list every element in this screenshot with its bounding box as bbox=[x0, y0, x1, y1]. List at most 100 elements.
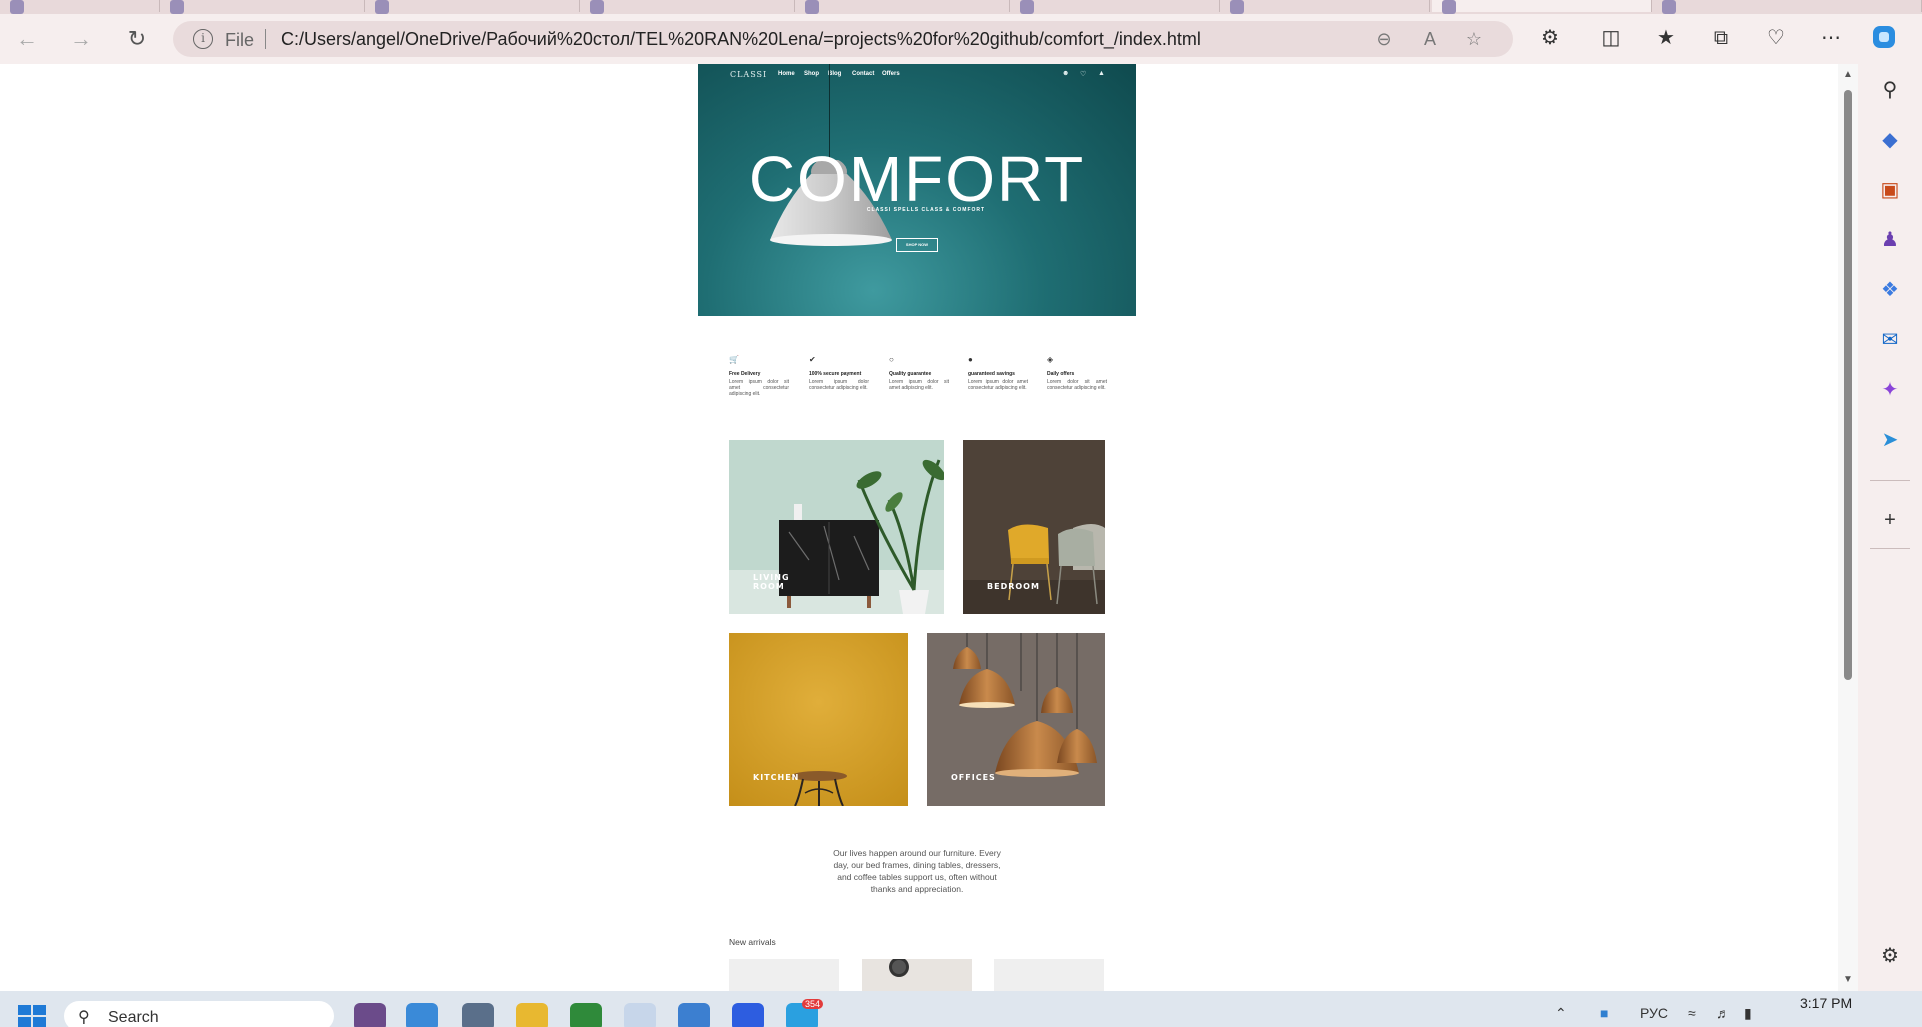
taskbar-clock[interactable]: 3:17 PM bbox=[1800, 995, 1852, 1011]
feature-title: 100% secure payment bbox=[809, 371, 862, 377]
shop-now-button[interactable]: SHOP NOW bbox=[896, 238, 938, 252]
copilot-icon[interactable] bbox=[1870, 24, 1898, 52]
arrival-card[interactable] bbox=[994, 959, 1104, 991]
tab[interactable] bbox=[1652, 0, 1922, 14]
feature-text: Lorem dolor sit amet consectetur adipisc… bbox=[1047, 379, 1107, 391]
category-bedroom[interactable]: BEDROOM bbox=[963, 440, 1105, 614]
app-icon[interactable] bbox=[354, 1003, 386, 1027]
user-icon[interactable]: ☻ bbox=[1062, 70, 1069, 77]
arrival-card[interactable] bbox=[862, 957, 972, 991]
back-arrow-icon[interactable]: ← bbox=[12, 24, 42, 54]
language-indicator[interactable]: РУС bbox=[1640, 1005, 1668, 1021]
nav-shop[interactable]: Shop bbox=[804, 71, 819, 77]
category-kitchen[interactable]: KITCHEN bbox=[729, 633, 908, 806]
windows-start-icon[interactable] bbox=[18, 1005, 46, 1027]
scrollbar-thumb[interactable] bbox=[1844, 90, 1852, 680]
sidebar-divider bbox=[1870, 480, 1910, 481]
zoom-icon[interactable] bbox=[732, 1003, 764, 1027]
tab-favicon-icon bbox=[1230, 0, 1244, 14]
info-icon[interactable]: i bbox=[193, 29, 213, 49]
tab-active[interactable] bbox=[1432, 0, 1652, 14]
coin-icon: ● bbox=[968, 355, 973, 364]
heart-pulse-icon[interactable]: ♡ bbox=[1762, 24, 1790, 52]
category-label: BEDROOM bbox=[987, 582, 1040, 591]
star-icon[interactable]: ☆ bbox=[1463, 28, 1485, 50]
toolbox-icon[interactable]: ▣ bbox=[1876, 176, 1904, 204]
arrival-card[interactable] bbox=[729, 959, 839, 991]
battery-icon[interactable]: ▮ bbox=[1744, 1005, 1752, 1022]
search-icon[interactable]: ⚲ bbox=[1876, 76, 1904, 104]
wifi-icon[interactable]: ≈ bbox=[1688, 1005, 1696, 1021]
file-explorer-icon[interactable] bbox=[516, 1003, 548, 1027]
settings-icon[interactable]: ⚙ bbox=[1876, 942, 1904, 970]
new-arrivals-title: New arrivals bbox=[729, 937, 776, 947]
address-bar[interactable]: i File C:/Users/angel/OneDrive/Рабочий%2… bbox=[173, 21, 1513, 57]
hero-subtitle: CLASSI SPELLS CLASS & COMFORT bbox=[866, 207, 986, 213]
about-paragraph: Our lives happen around our furniture. E… bbox=[833, 848, 1001, 894]
tab[interactable] bbox=[365, 0, 580, 14]
microsoft365-icon[interactable]: ❖ bbox=[1876, 276, 1904, 304]
collections-icon[interactable]: ⧉ bbox=[1707, 24, 1735, 52]
feature-free-delivery: 🛒 Free Delivery Lorem ipsum dolor sit am… bbox=[729, 355, 789, 397]
zoom-out-icon[interactable]: ⊖ bbox=[1373, 28, 1395, 50]
notification-badge: 354 bbox=[802, 999, 824, 1009]
nav-contact[interactable]: Contact bbox=[852, 71, 874, 77]
feature-secure-payment: ✔ 100% secure payment Lorem ipsum dolor … bbox=[809, 355, 869, 391]
send-icon[interactable]: ➤ bbox=[1876, 426, 1904, 454]
games-icon[interactable]: ♟ bbox=[1876, 226, 1904, 254]
scroll-down-icon[interactable]: ▼ bbox=[1842, 975, 1854, 985]
more-icon[interactable]: ⋯ bbox=[1817, 24, 1845, 52]
refresh-icon[interactable]: ↻ bbox=[122, 24, 152, 54]
tag-shopping-icon[interactable]: ◆ bbox=[1876, 126, 1904, 154]
add-icon[interactable]: + bbox=[1876, 506, 1904, 534]
feature-guaranteed-savings: ● guaranteed savings Lorem ipsum dolor a… bbox=[968, 355, 1028, 391]
site-logo[interactable]: CLASSI bbox=[730, 70, 767, 79]
tab[interactable] bbox=[0, 0, 160, 14]
telegram-icon[interactable]: 354 bbox=[786, 999, 824, 1027]
app-tray-icon[interactable]: ■ bbox=[1600, 1005, 1608, 1021]
search-placeholder: Search bbox=[108, 1009, 159, 1026]
category-label: LIVING ROOM bbox=[753, 573, 790, 591]
tab[interactable] bbox=[160, 0, 365, 14]
nav-home[interactable]: Home bbox=[778, 71, 795, 77]
forward-arrow-icon[interactable]: → bbox=[66, 24, 96, 54]
feature-quality-guarantee: ○ Quality guarantee Lorem ipsum dolor si… bbox=[889, 355, 949, 391]
feature-text: Lorem ipsum dolor sit amet consectetur a… bbox=[729, 379, 789, 397]
category-offices[interactable]: OFFICES bbox=[927, 633, 1105, 806]
tab-favicon-icon bbox=[1020, 0, 1034, 14]
tab[interactable] bbox=[795, 0, 1010, 14]
page-scrollbar[interactable]: ▲ ▼ bbox=[1838, 64, 1858, 991]
search-icon: ⚲ bbox=[78, 1009, 90, 1026]
address-separator bbox=[265, 29, 266, 49]
nav-offers[interactable]: Offers bbox=[882, 71, 900, 77]
browser-toolbar: ← → ↻ i File C:/Users/angel/OneDrive/Раб… bbox=[0, 14, 1922, 64]
feature-text: Lorem ipsum dolor amet consectetur adipi… bbox=[968, 379, 1028, 391]
cart-icon: 🛒 bbox=[729, 355, 739, 364]
scroll-up-icon[interactable]: ▲ bbox=[1842, 70, 1854, 80]
url-text[interactable]: C:/Users/angel/OneDrive/Рабочий%20стол/T… bbox=[281, 29, 1201, 50]
settings-taskbar-icon[interactable] bbox=[462, 1003, 494, 1027]
tag-icon: ◈ bbox=[1047, 355, 1054, 364]
outlook-icon[interactable]: ✉ bbox=[1876, 326, 1904, 354]
heart-icon[interactable]: ♡ bbox=[1080, 70, 1086, 78]
chevron-up-icon[interactable]: ⌃ bbox=[1555, 1005, 1567, 1022]
favorites-icon[interactable]: ★ bbox=[1652, 24, 1680, 52]
category-label: OFFICES bbox=[951, 773, 996, 782]
category-living-room[interactable]: LIVING ROOM bbox=[729, 440, 944, 614]
taskbar-search[interactable]: ⚲ Search bbox=[64, 1001, 334, 1027]
puzzle-icon[interactable]: ⚙ bbox=[1536, 24, 1564, 52]
edge-taskbar-icon[interactable] bbox=[624, 1003, 656, 1027]
tab[interactable] bbox=[1220, 0, 1430, 14]
tab[interactable] bbox=[1010, 0, 1220, 14]
tab[interactable] bbox=[580, 0, 795, 14]
designer-icon[interactable]: ✦ bbox=[1876, 376, 1904, 404]
cart-icon[interactable]: ▲ bbox=[1098, 70, 1105, 77]
split-screen-icon[interactable]: ◫ bbox=[1597, 24, 1625, 52]
read-aloud-icon[interactable]: A bbox=[1419, 28, 1441, 50]
app-icon[interactable] bbox=[678, 1003, 710, 1027]
feature-title: guaranteed savings bbox=[968, 371, 1015, 377]
sidebar-divider bbox=[1870, 548, 1910, 549]
nav-blog[interactable]: Blog bbox=[828, 71, 841, 77]
volume-icon[interactable]: ♬ bbox=[1716, 1005, 1730, 1021]
